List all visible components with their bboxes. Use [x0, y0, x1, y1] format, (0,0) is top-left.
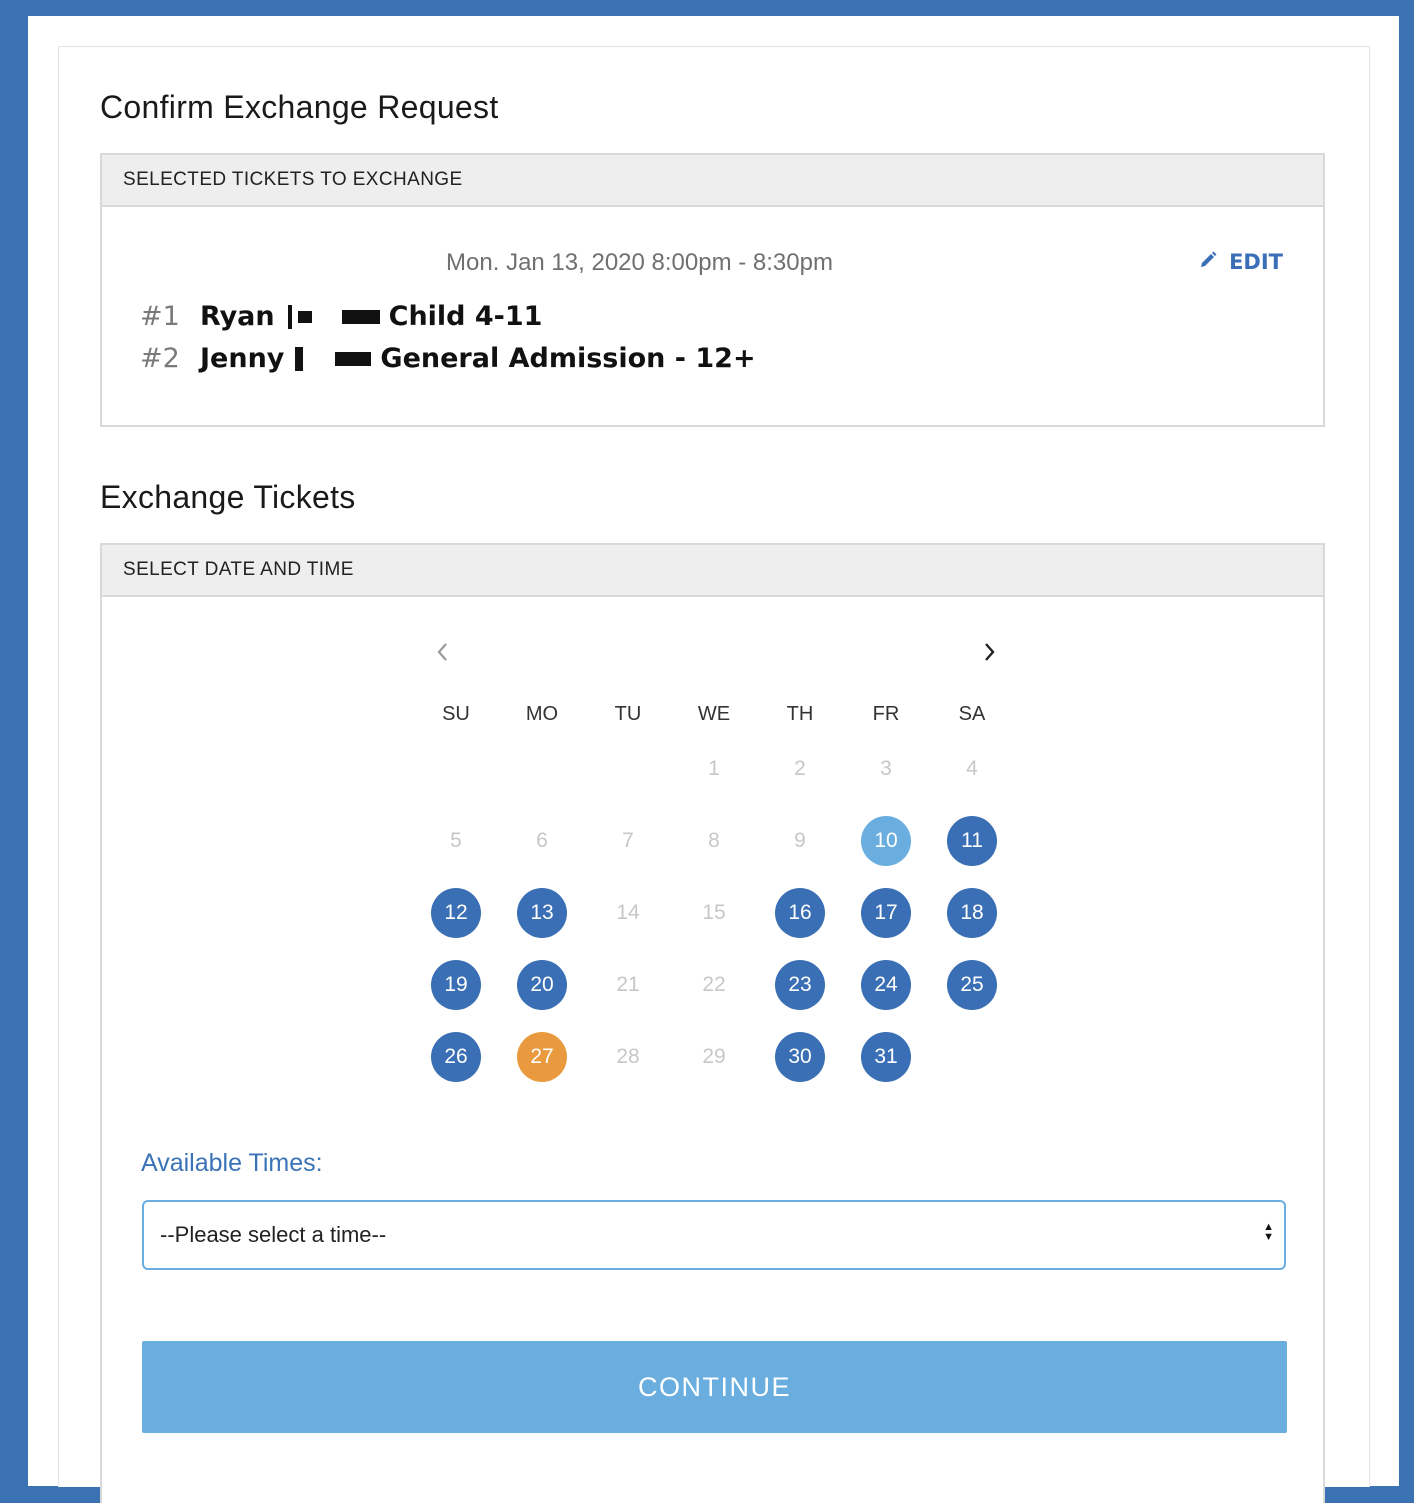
- calendar-day[interactable]: 31: [861, 1032, 911, 1082]
- ticket-date-time: Mon. Jan 13, 2020 8:00pm - 8:30pm: [446, 249, 833, 276]
- chevron-right-icon: [982, 642, 996, 666]
- selected-tickets-panel: SELECTED TICKETS TO EXCHANGE Mon. Jan 13…: [100, 153, 1325, 427]
- ticket-type: Child 4-11: [388, 301, 543, 332]
- weekday-label: TU: [614, 703, 642, 725]
- weekday-label: SA: [958, 703, 986, 725]
- calendar-day-unavailable: 6: [536, 829, 548, 852]
- calendar-day-unavailable: 15: [702, 901, 726, 924]
- time-select[interactable]: --Please select a time-- ▲ ▼: [142, 1200, 1286, 1270]
- weekday-label: MO: [525, 703, 559, 725]
- calendar-day[interactable]: 17: [861, 888, 911, 938]
- next-month-button[interactable]: [974, 639, 1004, 669]
- ticket-holder-name: Ryan: [200, 301, 275, 332]
- weekday-label: SU: [442, 703, 470, 725]
- calendar-day[interactable]: 30: [775, 1032, 825, 1082]
- calendar-day[interactable]: 26: [431, 1032, 481, 1082]
- calendar-day-unavailable: 4: [966, 757, 978, 780]
- calendar-day[interactable]: 24: [861, 960, 911, 1010]
- calendar-day[interactable]: 20: [517, 960, 567, 1010]
- ticket-number: #2: [140, 343, 180, 374]
- calendar-day[interactable]: 19: [431, 960, 481, 1010]
- edit-button[interactable]: EDIT: [1199, 250, 1283, 274]
- redacted-surname: [292, 346, 374, 371]
- time-select-value: --Please select a time--: [160, 1222, 387, 1247]
- ticket-holder-name: Jenny: [200, 343, 285, 374]
- ticket-row: #2 Jenny General Admission - 12+: [140, 343, 756, 374]
- calendar-day[interactable]: 12: [431, 888, 481, 938]
- calendar-day-unavailable: 5: [450, 829, 462, 852]
- weekday-label: TH: [786, 703, 814, 725]
- calendar-day[interactable]: 27: [517, 1032, 567, 1082]
- ticket-type: General Admission - 12+: [380, 343, 756, 374]
- confirm-title: Confirm Exchange Request: [100, 89, 499, 125]
- date-time-header: SELECT DATE AND TIME: [102, 545, 1323, 597]
- continue-button[interactable]: CONTINUE: [142, 1341, 1287, 1433]
- chevron-left-icon: [436, 642, 450, 666]
- calendar-day-unavailable: 29: [702, 1045, 726, 1068]
- page-frame: Confirm Exchange Request SELECTED TICKET…: [28, 16, 1399, 1503]
- calendar-day-unavailable: 21: [616, 973, 640, 996]
- pencil-icon: [1199, 250, 1217, 274]
- calendar-day-unavailable: 9: [794, 829, 806, 852]
- weekday-label: WE: [697, 703, 731, 725]
- weekday-label: FR: [872, 703, 900, 725]
- calendar-day[interactable]: 10: [861, 816, 911, 866]
- redacted-surname: [285, 304, 383, 329]
- exchange-title: Exchange Tickets: [100, 479, 356, 515]
- calendar-day[interactable]: 16: [775, 888, 825, 938]
- sort-arrows-icon: ▲ ▼: [1263, 1221, 1274, 1243]
- calendar-day-unavailable: 2: [794, 757, 806, 780]
- selected-tickets-header: SELECTED TICKETS TO EXCHANGE: [102, 155, 1323, 207]
- ticket-number: #1: [140, 301, 180, 332]
- available-times-label: Available Times:: [141, 1149, 323, 1177]
- date-time-panel: SELECT DATE AND TIME SU MO TU WE TH FR SA 1 2 3 4 5…: [100, 543, 1325, 1503]
- ticket-row: #1 Ryan Child 4-11: [140, 301, 542, 332]
- prev-month-button[interactable]: [428, 639, 458, 669]
- exchange-card: Confirm Exchange Request SELECTED TICKET…: [58, 46, 1370, 1503]
- calendar-day[interactable]: 13: [517, 888, 567, 938]
- calendar-day[interactable]: 23: [775, 960, 825, 1010]
- calendar-day-unavailable: 7: [622, 829, 634, 852]
- calendar-day-unavailable: 28: [616, 1045, 640, 1068]
- calendar-day-unavailable: 3: [880, 757, 892, 780]
- calendar-day-unavailable: 8: [708, 829, 720, 852]
- calendar-day-unavailable: 22: [702, 973, 726, 996]
- calendar-day[interactable]: 11: [947, 816, 997, 866]
- calendar-day-unavailable: 14: [616, 901, 640, 924]
- calendar-day[interactable]: 25: [947, 960, 997, 1010]
- calendar-day-unavailable: 1: [708, 757, 720, 780]
- calendar-day[interactable]: 18: [947, 888, 997, 938]
- edit-label: EDIT: [1229, 250, 1283, 274]
